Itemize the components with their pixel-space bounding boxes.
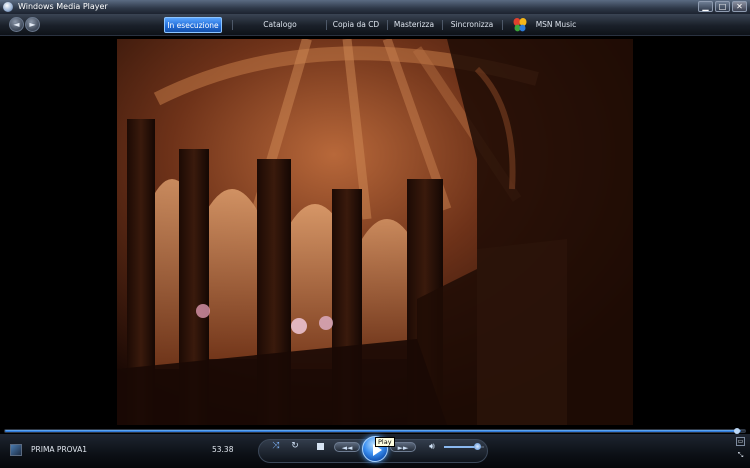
volume-level — [444, 446, 478, 448]
volume-slider[interactable] — [444, 443, 484, 450]
tab-now-playing[interactable]: In esecuzione — [164, 17, 222, 33]
maximize-button[interactable]: □ — [715, 1, 730, 12]
tab-separator — [502, 20, 503, 30]
media-player-icon — [3, 2, 13, 12]
window-title: Windows Media Player — [18, 2, 108, 11]
previous-button[interactable]: ◄◄ — [334, 442, 360, 452]
close-button[interactable]: ✕ — [732, 1, 747, 12]
video-frame[interactable] — [117, 39, 633, 425]
track-name: PRIMA PROVA1 — [31, 445, 87, 454]
now-playing-art-icon[interactable] — [10, 444, 22, 456]
stop-button[interactable] — [314, 440, 326, 452]
window-controls: ▁ □ ✕ — [698, 1, 747, 12]
shuffle-icon[interactable]: ⤨ — [270, 440, 282, 452]
elapsed-time: 53.38 — [212, 445, 234, 454]
tab-separator — [232, 20, 233, 30]
stop-icon — [316, 443, 324, 450]
tab-separator — [442, 20, 443, 30]
tab-rip[interactable]: Copia da CD — [331, 17, 381, 33]
video-area[interactable] — [0, 37, 750, 427]
title-bar: Windows Media Player ▁ □ ✕ — [0, 0, 750, 14]
volume-icon[interactable]: 🔊︎ — [426, 441, 438, 453]
resize-grip-icon[interactable]: ⤡ — [736, 451, 745, 460]
seek-bar[interactable] — [4, 428, 746, 434]
repeat-icon[interactable]: ↻ — [289, 440, 301, 452]
forward-button[interactable]: ► — [25, 17, 40, 32]
msn-butterfly-icon — [513, 18, 527, 32]
tab-msn-music[interactable]: MSN Music — [534, 17, 578, 33]
tab-separator — [326, 20, 327, 30]
tab-separator — [387, 20, 388, 30]
minimize-button[interactable]: ▁ — [698, 1, 713, 12]
tab-burn[interactable]: Masterizza — [393, 17, 435, 33]
tab-library[interactable]: Catalogo multimediale — [240, 17, 320, 45]
switch-to-compact-mode-icon[interactable]: ▭ — [736, 437, 745, 446]
tab-sync[interactable]: Sincronizza — [450, 17, 494, 33]
back-button[interactable]: ◄ — [9, 17, 24, 32]
volume-thumb[interactable] — [474, 443, 481, 450]
seek-progress — [5, 428, 742, 434]
play-tooltip: Play — [375, 437, 395, 447]
navigation-bar: ◄ ► In esecuzione Catalogo multimediale … — [0, 14, 750, 45]
